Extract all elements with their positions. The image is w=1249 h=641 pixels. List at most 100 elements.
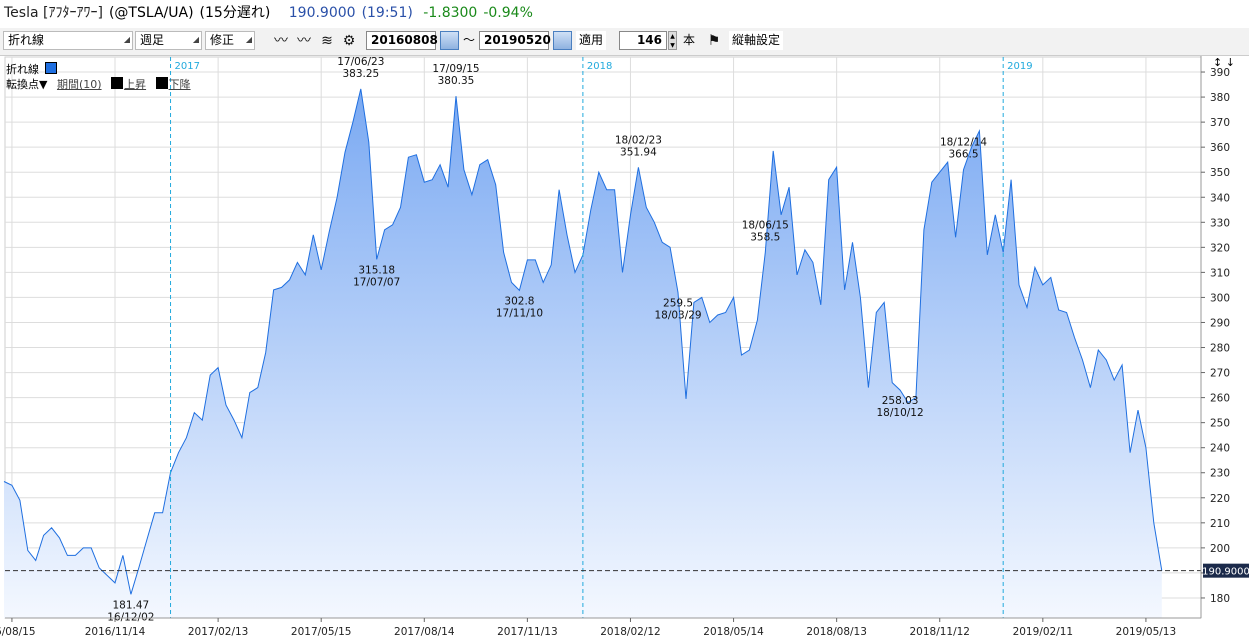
y-tick-label: 350	[1210, 167, 1230, 179]
x-tick-label: 2018/02/12	[600, 626, 661, 638]
year-marker-label: 2018	[587, 61, 612, 72]
adjust-value: 修正	[210, 33, 235, 47]
x-tick-label: 16/08/15	[0, 626, 36, 638]
x-tick-label: 2017/08/14	[394, 626, 455, 638]
x-tick-label: 2018/08/13	[806, 626, 867, 638]
last-price-label: 190.9000	[1202, 567, 1249, 578]
pivot-date-label: 17/06/23	[337, 56, 384, 68]
x-tick-label: 2019/05/13	[1116, 626, 1177, 638]
pivot-value-label: 380.35	[438, 75, 475, 87]
y-tick-label: 360	[1210, 142, 1230, 154]
pivot-value-label: 181.47	[113, 599, 150, 611]
price-change-pct: -0.94%	[483, 5, 533, 21]
y-tick-label: 370	[1210, 117, 1230, 129]
pivot-date-label: 18/06/15	[742, 219, 789, 231]
price-time: (19:51)	[361, 5, 413, 21]
y-tick-label: 330	[1210, 217, 1230, 229]
title-bar: Tesla [ｱﾌﾀｰｱﾜｰ] (@TSLA/UA) (15分遅れ) 190.900…	[0, 0, 1249, 28]
pivot-value-label: 366.5	[948, 149, 978, 161]
instrument-symbol: (@TSLA/UA)	[108, 5, 194, 21]
price-chart[interactable]: 2017 2018 2019181.4716/12/0217/06/23383.25…	[0, 56, 1249, 641]
y-tick-label: 380	[1210, 92, 1230, 104]
calendar-to-icon[interactable]	[553, 31, 572, 50]
y-tick-label: 230	[1210, 468, 1230, 480]
x-tick-label: 2018/11/12	[909, 626, 970, 638]
pivot-date-label: 18/10/12	[877, 407, 924, 419]
pivot-value-label: 383.25	[342, 68, 379, 80]
y-tick-label: 220	[1210, 493, 1230, 505]
dropdown-arrow-icon: ◢	[245, 35, 252, 44]
pivot-value-label: 302.8	[504, 295, 534, 307]
axis-settings-button[interactable]: 縦軸設定	[729, 31, 784, 50]
toolbar: 折れ線 ◢ 週足 ◢ 修正 ◢ 〰 〰 ≋ ⚙ 20160808 ～ 20190520…	[0, 28, 1249, 56]
pivot-value-label: 259.5	[663, 297, 693, 309]
year-marker-label: 2019	[1007, 61, 1032, 72]
x-tick-label: 2016/11/14	[85, 626, 146, 638]
price-change: -1.8300	[423, 5, 478, 21]
down-label[interactable]: 下降	[169, 78, 191, 91]
pivot-date-label: 18/02/23	[615, 134, 662, 146]
dropdown-arrow-icon: ◢	[192, 35, 199, 44]
y-tick-label: 250	[1210, 418, 1230, 430]
pivot-date-label: 17/09/15	[432, 63, 479, 75]
y-tick-label: 180	[1210, 593, 1230, 605]
calendar-from-icon[interactable]	[440, 31, 459, 50]
period-select[interactable]: 週足 ◢	[135, 31, 202, 50]
bars-unit-label: 本	[683, 33, 696, 47]
x-tick-label: 2017/11/13	[497, 626, 558, 638]
x-tick-label: 2019/02/11	[1013, 626, 1074, 638]
dropdown-arrow-icon: ◢	[123, 35, 130, 44]
pivot-value-label: 358.5	[750, 231, 780, 243]
last-price: 190.9000	[288, 5, 356, 21]
y-tick-label: 320	[1210, 242, 1230, 254]
indicator-icon[interactable]: ≋	[317, 31, 337, 51]
bars-spinner[interactable]: ▲ ▼	[668, 31, 677, 50]
chart-type-value: 折れ線	[8, 33, 45, 47]
date-from-input[interactable]: 20160808	[366, 31, 438, 50]
pivot-value-label: 351.94	[620, 146, 657, 158]
date-range-tilde: ～	[463, 33, 476, 47]
pivot-value-label: 258.03	[882, 395, 919, 407]
pivot-date-label: 18/03/29	[654, 309, 701, 321]
y-tick-label: 200	[1210, 543, 1230, 555]
y-tick-label: 310	[1210, 267, 1230, 279]
delay-note: (15分遅れ)	[199, 5, 271, 21]
axis-scroll-arrows[interactable]: ↕ ↓	[1213, 56, 1235, 69]
date-to-input[interactable]: 20190520	[479, 31, 551, 50]
compare-chart-icon[interactable]: 〰	[294, 31, 314, 51]
line-chart-icon[interactable]: 〰	[271, 31, 291, 51]
x-tick-label: 2018/05/14	[703, 626, 764, 638]
instrument-name: Tesla [ｱﾌﾀｰｱﾜｰ]	[4, 5, 103, 21]
down-color-swatch[interactable]	[155, 77, 168, 89]
bars-count-input[interactable]: 146	[619, 31, 667, 50]
period-value: 週足	[140, 33, 165, 47]
y-tick-label: 260	[1210, 393, 1230, 405]
series-color-swatch[interactable]	[45, 62, 57, 74]
pivot-date-label: 18/12/14	[940, 137, 987, 149]
adjust-select[interactable]: 修正 ◢	[205, 31, 255, 50]
gear-icon[interactable]: ⚙	[339, 31, 359, 51]
y-tick-label: 300	[1210, 292, 1230, 304]
y-tick-label: 290	[1210, 317, 1230, 329]
x-tick-label: 2017/05/15	[291, 626, 352, 638]
turning-period-link[interactable]: 期間(10)	[57, 78, 102, 91]
pivot-date-label: 16/12/02	[107, 611, 154, 623]
y-tick-label: 280	[1210, 343, 1230, 355]
y-tick-label: 210	[1210, 518, 1230, 530]
legend-series-label: 折れ線	[6, 63, 39, 76]
up-label[interactable]: 上昇	[124, 78, 146, 91]
pivot-date-label: 17/07/07	[353, 276, 400, 288]
chart-area: 2017 2018 2019 181.47 16/12/02 17/06/23 383.25…	[0, 56, 1249, 641]
flag-icon[interactable]: ⚑	[704, 31, 724, 51]
pivot-value-label: 315.18	[358, 264, 395, 276]
chart-type-select[interactable]: 折れ線 ◢	[3, 31, 133, 50]
x-tick-label: 2017/02/13	[188, 626, 249, 638]
y-tick-label: 340	[1210, 192, 1230, 204]
y-tick-label: 240	[1210, 443, 1230, 455]
y-axis-panel	[1201, 56, 1249, 618]
y-tick-label: 270	[1210, 368, 1230, 380]
chart-legend: 折れ線 転換点▼ 期間(10) 上昇 下降	[6, 62, 191, 92]
apply-button[interactable]: 適用	[576, 31, 607, 50]
up-color-swatch[interactable]	[111, 77, 124, 89]
turning-point-toggle[interactable]: 転換点▼	[6, 78, 47, 91]
